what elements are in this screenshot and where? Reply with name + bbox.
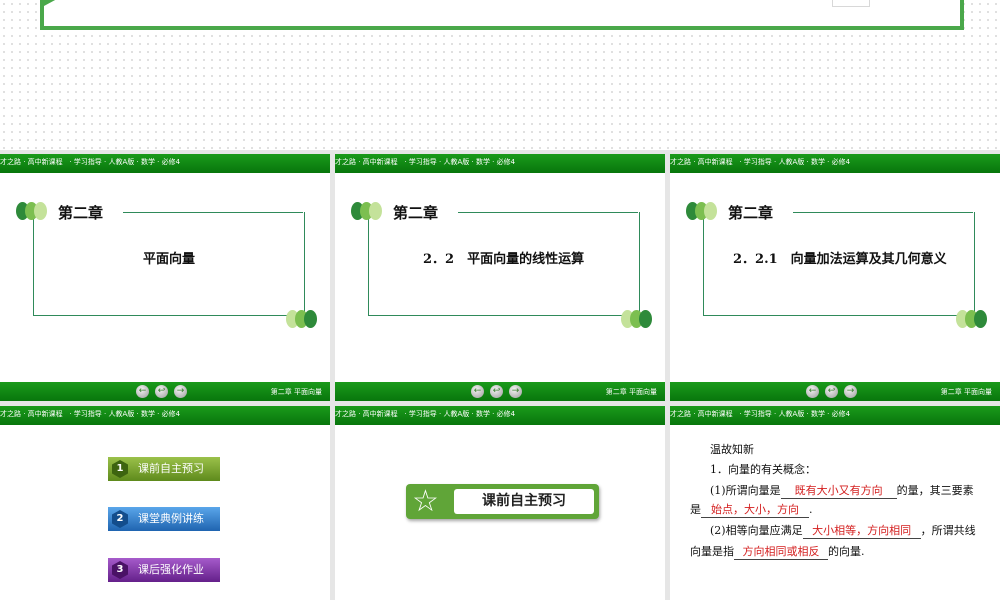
header-text: 才之路 · 高中新课程 · 学习指导 · 人教A版 · 数学 · 必修4 bbox=[670, 410, 851, 418]
answer-blank: 始点，大小，方向 bbox=[701, 501, 809, 518]
review-line-3: (2)相等向量应满足 大小相等，方向相同 ，所谓共线 bbox=[710, 522, 976, 539]
slide-title: 2．2.1 向量加法运算及其几何意义 bbox=[733, 252, 947, 267]
menu-label: 课堂典例讲练 bbox=[138, 512, 204, 525]
review-line-4: 向量是指 方向相同或相反 的向量. bbox=[690, 543, 865, 560]
frame-topline bbox=[123, 212, 303, 213]
star-icon: ☆ bbox=[412, 484, 439, 519]
slide-header: 才之路 · 高中新课程 · 学习指导 · 人教A版 · 数学 · 必修4 bbox=[335, 154, 665, 173]
preview-banner: ☆ 课前自主预习 bbox=[406, 484, 599, 519]
header-text: 才之路 · 高中新课程 · 学习指导 · 人教A版 · 数学 · 必修4 bbox=[0, 158, 181, 166]
slide-fragment bbox=[832, 0, 870, 7]
return-icon[interactable]: ↩ bbox=[155, 385, 168, 398]
header-text: 才之路 · 高中新课程 · 学习指导 · 人教A版 · 数学 · 必修4 bbox=[0, 410, 181, 418]
chapter-label: 第二章 bbox=[58, 204, 104, 222]
answer-blank: 大小相等，方向相同 bbox=[802, 522, 921, 539]
top-slide-frame bbox=[40, 0, 964, 30]
slide-header: 才之路 · 高中新课程 · 学习指导 · 人教A版 · 数学 · 必修4 bbox=[335, 406, 665, 425]
review-line-2: 是始点，大小，方向. bbox=[690, 501, 813, 518]
menu-homework-button[interactable]: 3 课后强化作业 bbox=[108, 558, 220, 582]
frame-topline bbox=[793, 212, 973, 213]
next-icon[interactable]: → bbox=[174, 385, 187, 398]
menu-number: 2 bbox=[112, 510, 128, 528]
menu-label: 课前自主预习 bbox=[138, 462, 204, 475]
review-heading: 温故知新 bbox=[710, 443, 754, 456]
menu-number: 3 bbox=[112, 561, 128, 579]
slide-title: 2．2 平面向量的线性运算 bbox=[423, 252, 585, 267]
footer-chapter: 第二章 平面向量 bbox=[270, 388, 322, 396]
chapter-label: 第二章 bbox=[728, 204, 774, 222]
slide-title: 平面向量 bbox=[143, 252, 196, 267]
slide-footer: ← ↩ → 第二章 平面向量 bbox=[670, 382, 1000, 401]
review-line-1: (1)所谓向量是 既有大小又有方向 的量，其三要素 bbox=[710, 482, 974, 499]
header-text: 才之路 · 高中新课程 · 学习指导 · 人教A版 · 数学 · 必修4 bbox=[335, 158, 516, 166]
slide-header: 才之路 · 高中新课程 · 学习指导 · 人教A版 · 数学 · 必修4 bbox=[670, 154, 1000, 173]
menu-label: 课后强化作业 bbox=[138, 563, 204, 576]
prev-icon[interactable]: ← bbox=[806, 385, 819, 398]
slide-header: 才之路 · 高中新课程 · 学习指导 · 人教A版 · 数学 · 必修4 bbox=[0, 154, 330, 173]
menu-number: 1 bbox=[112, 460, 128, 478]
prev-icon[interactable]: ← bbox=[136, 385, 149, 398]
footer-chapter: 第二章 平面向量 bbox=[605, 388, 657, 396]
answer-blank: 方向相同或相反 bbox=[734, 543, 828, 560]
review-question-1: 1．向量的有关概念： bbox=[710, 463, 816, 476]
next-icon[interactable]: → bbox=[844, 385, 857, 398]
slide-footer: ← ↩ → 第二章 平面向量 bbox=[0, 382, 330, 401]
chapter-label: 第二章 bbox=[393, 204, 439, 222]
slide-footer: ← ↩ → 第二章 平面向量 bbox=[335, 382, 665, 401]
frame-topline bbox=[458, 212, 638, 213]
return-icon[interactable]: ↩ bbox=[490, 385, 503, 398]
next-icon[interactable]: → bbox=[509, 385, 522, 398]
answer-blank: 既有大小又有方向 bbox=[780, 482, 897, 499]
header-text: 才之路 · 高中新课程 · 学习指导 · 人教A版 · 数学 · 必修4 bbox=[335, 410, 516, 418]
menu-examples-button[interactable]: 2 课堂典例讲练 bbox=[108, 507, 220, 531]
menu-preview-button[interactable]: 1 课前自主预习 bbox=[108, 457, 220, 481]
corner-accent bbox=[44, 0, 70, 6]
preview-banner-label: 课前自主预习 bbox=[454, 489, 594, 514]
slide-header: 才之路 · 高中新课程 · 学习指导 · 人教A版 · 数学 · 必修4 bbox=[0, 406, 330, 425]
prev-icon[interactable]: ← bbox=[471, 385, 484, 398]
return-icon[interactable]: ↩ bbox=[825, 385, 838, 398]
header-text: 才之路 · 高中新课程 · 学习指导 · 人教A版 · 数学 · 必修4 bbox=[670, 158, 851, 166]
footer-chapter: 第二章 平面向量 bbox=[940, 388, 992, 396]
slide-header: 才之路 · 高中新课程 · 学习指导 · 人教A版 · 数学 · 必修4 bbox=[670, 406, 1000, 425]
